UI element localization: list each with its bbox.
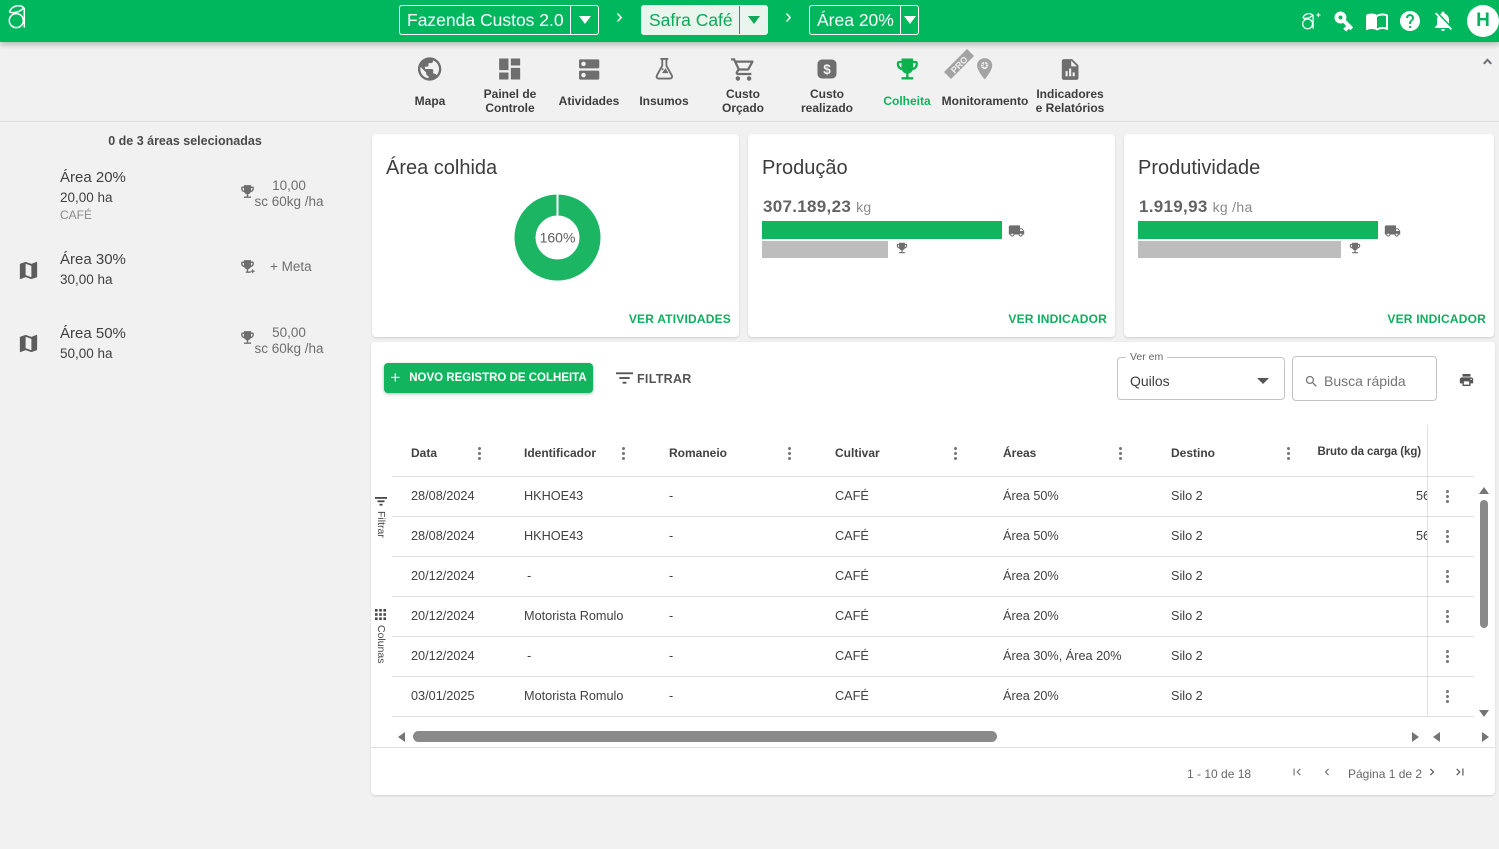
- svg-text:160%: 160%: [540, 230, 576, 246]
- svg-text:$: $: [823, 62, 831, 77]
